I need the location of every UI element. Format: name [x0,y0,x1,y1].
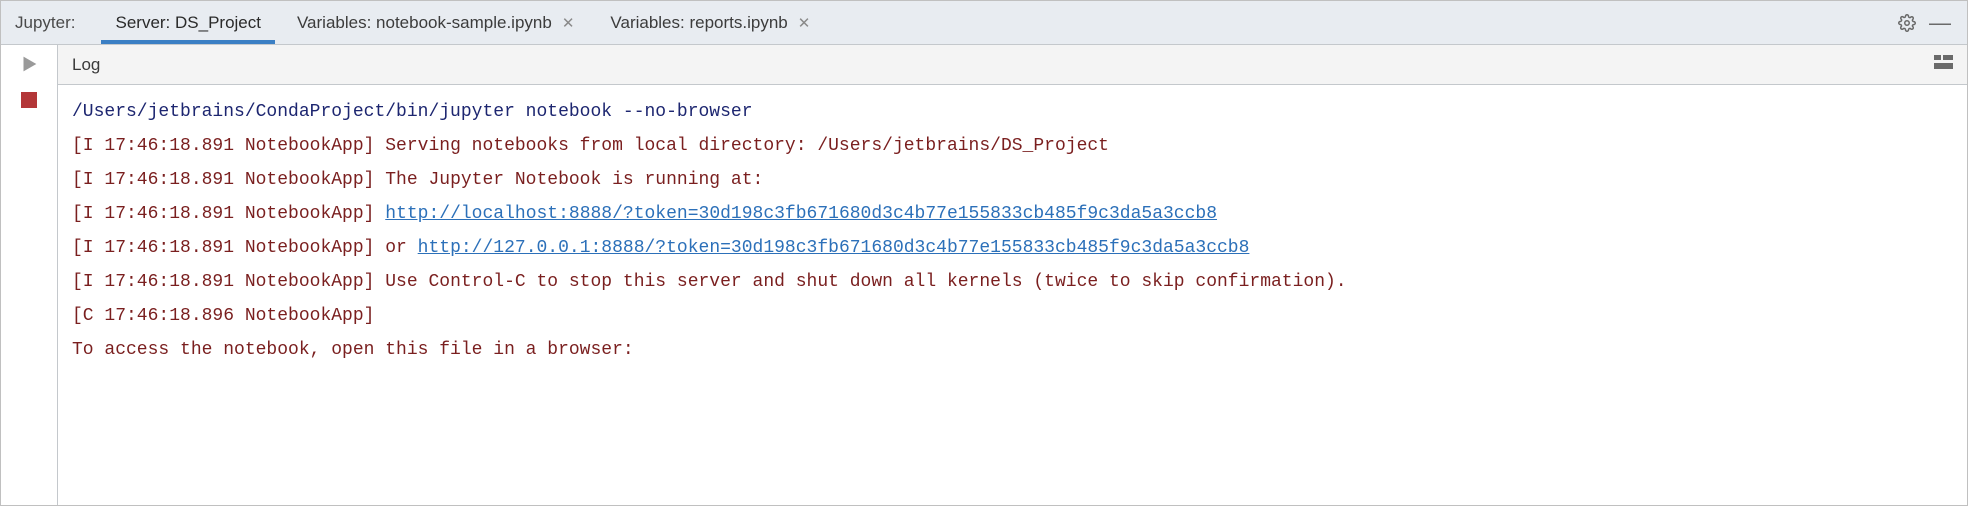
play-icon [18,53,40,75]
log-line: To access the notebook, open this file i… [72,333,1967,367]
log-title: Log [72,55,100,75]
log-line: [C 17:46:18.896 NotebookApp] [72,299,1967,333]
log-line: [I 17:46:18.891 NotebookApp] Serving not… [72,129,1967,163]
tab-variables-notebook-sample[interactable]: Variables: notebook-sample.ipynb ✕ [279,1,592,44]
minimize-button[interactable]: — [1923,12,1957,34]
server-url-localhost[interactable]: http://localhost:8888/?token=30d198c3fb6… [385,204,1217,224]
minimize-icon: — [1929,10,1951,35]
log-header: Log [58,45,1967,85]
log-line: [I 17:46:18.891 NotebookApp] Use Control… [72,265,1967,299]
log-line: [I 17:46:18.891 NotebookApp] http://loca… [72,197,1967,231]
log-line: [I 17:46:18.891 NotebookApp] The Jupyter… [72,163,1967,197]
layout-icon [1933,52,1953,72]
tab-label: Server: DS_Project [115,13,261,33]
gutter [1,45,57,505]
close-icon[interactable]: ✕ [798,14,811,32]
tab-server[interactable]: Server: DS_Project [97,1,279,44]
log-line: [I 17:46:18.891 NotebookApp] or http://1… [72,231,1967,265]
layout-button[interactable] [1933,52,1953,77]
close-icon[interactable]: ✕ [562,14,575,32]
command-line: /Users/jetbrains/CondaProject/bin/jupyte… [72,95,1967,129]
gear-icon [1898,14,1916,32]
window-label: Jupyter: [15,13,75,33]
tab-bar: Jupyter: Server: DS_Project Variables: n… [1,1,1967,45]
tab-label: Variables: reports.ipynb [610,13,787,33]
tab-variables-reports[interactable]: Variables: reports.ipynb ✕ [592,1,828,44]
settings-button[interactable] [1891,7,1923,39]
run-button[interactable] [18,53,40,80]
tab-label: Variables: notebook-sample.ipynb [297,13,552,33]
server-url-ip[interactable]: http://127.0.0.1:8888/?token=30d198c3fb6… [418,238,1250,258]
log-output: /Users/jetbrains/CondaProject/bin/jupyte… [58,85,1967,505]
stop-button[interactable] [21,92,37,108]
